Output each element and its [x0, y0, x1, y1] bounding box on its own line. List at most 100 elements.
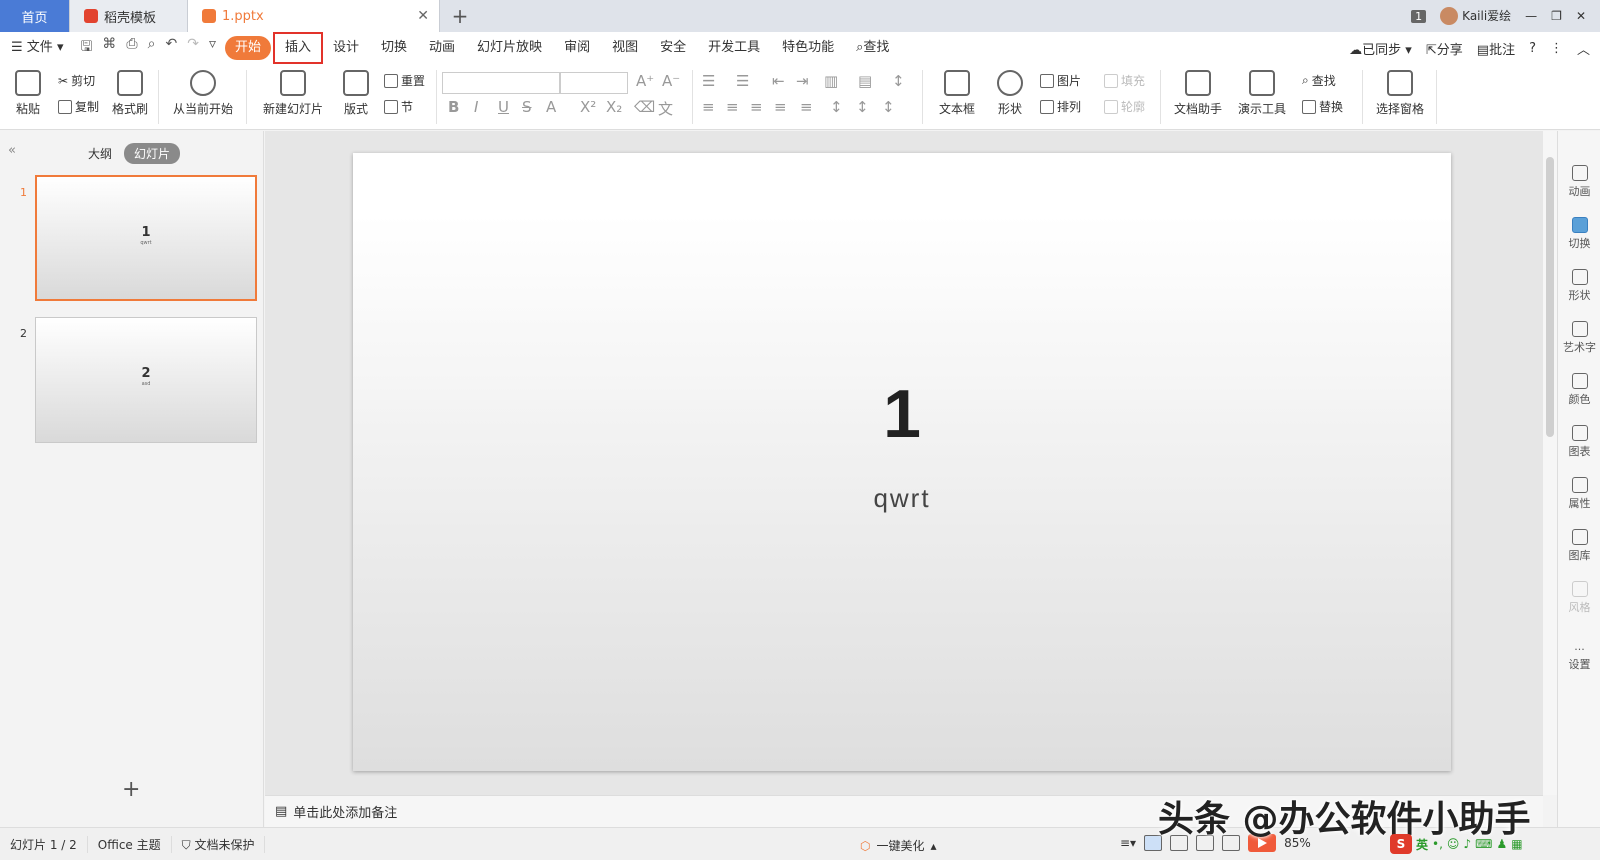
ime-voice-icon[interactable]: ♪ — [1463, 837, 1471, 851]
collapse-panel-icon[interactable]: « — [8, 143, 16, 158]
ime-keyboard-icon[interactable]: ⌨ — [1475, 837, 1492, 851]
panel-settings[interactable]: ··· 设置 — [1558, 643, 1600, 672]
tab-document[interactable]: 1.pptx ✕ — [188, 0, 440, 32]
reset-button[interactable]: 重置 — [384, 72, 425, 89]
menu-tab-review[interactable]: 审阅 — [556, 36, 598, 60]
sync-status[interactable]: ☁已同步 ▾ — [1349, 39, 1412, 58]
menu-tab-animation[interactable]: 动画 — [421, 36, 463, 60]
picture-button[interactable]: 图片 — [1040, 72, 1081, 89]
tab-outline[interactable]: 大纲 — [88, 145, 112, 162]
strikethrough-icon[interactable]: S — [522, 98, 532, 116]
window-count-badge[interactable]: 1 — [1411, 9, 1427, 23]
italic-icon[interactable]: I — [474, 98, 478, 116]
menu-search[interactable]: ⌕查找 — [848, 36, 897, 60]
panel-animation[interactable]: 动画 — [1558, 165, 1600, 199]
panel-chart[interactable]: 图表 — [1558, 425, 1600, 459]
tab-home[interactable]: 首页 — [0, 0, 70, 32]
cut-button[interactable]: ✂ 剪切 — [58, 72, 95, 89]
replace-button[interactable]: 替换 — [1302, 98, 1343, 115]
numbering-icon[interactable]: ☰ — [736, 72, 749, 90]
panel-color[interactable]: 颜色 — [1558, 373, 1600, 407]
add-slide-button[interactable]: + — [122, 777, 140, 802]
slide-title[interactable]: 1 — [353, 375, 1451, 453]
selection-pane-button[interactable]: 选择窗格 — [1372, 64, 1428, 117]
panel-wordart[interactable]: 艺术字 — [1558, 321, 1600, 355]
present-tools-button[interactable]: 演示工具 — [1232, 64, 1292, 117]
shape-button[interactable]: 形状 — [990, 64, 1030, 117]
tab-slides[interactable]: 幻灯片 — [124, 143, 181, 164]
font-size-select[interactable] — [560, 72, 628, 94]
decrease-font-icon[interactable]: A⁻ — [662, 72, 680, 90]
panel-shape[interactable]: 形状 — [1558, 269, 1600, 303]
arrange-button[interactable]: 排列 — [1040, 98, 1081, 115]
new-tab-button[interactable]: + — [440, 0, 480, 32]
para-after-icon[interactable]: ↕ — [882, 98, 895, 116]
notes-toggle-icon[interactable]: ≡▾ — [1120, 836, 1136, 850]
bold-icon[interactable]: B — [448, 98, 459, 116]
underline-icon[interactable]: U — [498, 98, 509, 116]
scroll-thumb[interactable] — [1546, 157, 1554, 437]
paste-button[interactable]: 粘贴 — [10, 64, 46, 117]
ime-menu-icon[interactable]: ▦ — [1511, 837, 1522, 851]
save-icon[interactable]: 🖫 — [80, 36, 92, 60]
slide-subtitle[interactable]: qwrt — [353, 483, 1451, 514]
customize-icon[interactable]: ▿ — [209, 36, 216, 60]
phonetic-icon[interactable]: 文 — [658, 98, 673, 119]
section-button[interactable]: 节 — [384, 98, 413, 115]
play-from-current-button[interactable]: 从当前开始 — [168, 64, 238, 117]
menu-tab-view[interactable]: 视图 — [604, 36, 646, 60]
collapse-ribbon-icon[interactable]: ︿ — [1577, 39, 1590, 58]
textbox-button[interactable]: 文本框 — [932, 64, 982, 117]
format-icon[interactable]: ⌘ — [102, 36, 116, 60]
ime-language[interactable]: 英 — [1416, 836, 1428, 853]
para-before-icon[interactable]: ↕ — [856, 98, 869, 116]
more-icon[interactable]: ⋮ — [1550, 41, 1563, 56]
share-button[interactable]: ⇱分享 — [1426, 39, 1463, 58]
fill-button[interactable]: 填充 — [1104, 72, 1145, 89]
user-account[interactable]: Kaili爱绘 — [1440, 7, 1511, 26]
text-direction-icon[interactable]: ▤ — [858, 72, 872, 90]
font-name-select[interactable] — [442, 72, 560, 94]
close-tab-icon[interactable]: ✕ — [417, 8, 429, 24]
new-slide-button[interactable]: 新建幻灯片 — [258, 64, 328, 117]
minimize-icon[interactable]: — — [1525, 9, 1537, 23]
close-window-icon[interactable]: ✕ — [1576, 9, 1586, 23]
print-icon[interactable]: ⎙ — [126, 36, 137, 60]
clear-format-icon[interactable]: ⌫ — [634, 98, 655, 116]
redo-icon[interactable]: ↷ — [187, 36, 199, 60]
theme-name[interactable]: Office 主题 — [88, 835, 172, 853]
panel-properties[interactable]: 属性 — [1558, 477, 1600, 511]
columns-icon[interactable]: ▥ — [824, 72, 838, 90]
align-left-icon[interactable]: ≡ — [702, 98, 715, 116]
panel-style[interactable]: 风格 — [1558, 581, 1600, 615]
copy-button[interactable]: 复制 — [58, 98, 99, 115]
slide-thumbnail[interactable]: 2 asd — [35, 317, 257, 443]
beautify-button[interactable]: ⬡ 一键美化 ▴ — [860, 837, 937, 854]
align-right-icon[interactable]: ≡ — [750, 98, 763, 116]
menu-tab-developer[interactable]: 开发工具 — [700, 36, 768, 60]
ime-emoji-icon[interactable]: ☺ — [1447, 837, 1460, 851]
subscript-icon[interactable]: X₂ — [606, 98, 622, 116]
menu-tab-slideshow[interactable]: 幻灯片放映 — [469, 36, 550, 60]
panel-gallery[interactable]: 图库 — [1558, 529, 1600, 563]
slide-thumbnail[interactable]: 1 qwrt — [35, 175, 257, 301]
tab-templates[interactable]: 稻壳模板 — [70, 0, 188, 32]
line-spacing-icon[interactable]: ↕ — [892, 72, 905, 90]
distribute-icon[interactable]: ≡ — [800, 98, 813, 116]
bullets-icon[interactable]: ☰ — [702, 72, 715, 90]
ime-skin-icon[interactable]: ♟ — [1496, 837, 1507, 851]
menu-tab-design[interactable]: 设计 — [325, 36, 367, 60]
font-color-icon[interactable]: A — [546, 98, 556, 116]
restore-icon[interactable]: ❐ — [1551, 9, 1562, 23]
undo-icon[interactable]: ↶ — [165, 36, 177, 60]
protect-status[interactable]: ⛉ 文档未保护 — [172, 835, 266, 853]
current-slide[interactable]: 1 qwrt — [353, 153, 1451, 771]
outline-button[interactable]: 轮廓 — [1104, 98, 1145, 115]
ime-toolbar[interactable]: S 英 •, ☺ ♪ ⌨ ♟ ▦ — [1390, 834, 1523, 854]
menu-tab-insert[interactable]: 插入 — [272, 32, 324, 64]
menu-tab-home[interactable]: 开始 — [224, 36, 271, 60]
menu-tab-features[interactable]: 特色功能 — [774, 36, 842, 60]
find-button[interactable]: ⌕ 查找 — [1302, 72, 1336, 89]
preview-icon[interactable]: ⌕ — [148, 36, 156, 60]
menu-tab-security[interactable]: 安全 — [652, 36, 694, 60]
